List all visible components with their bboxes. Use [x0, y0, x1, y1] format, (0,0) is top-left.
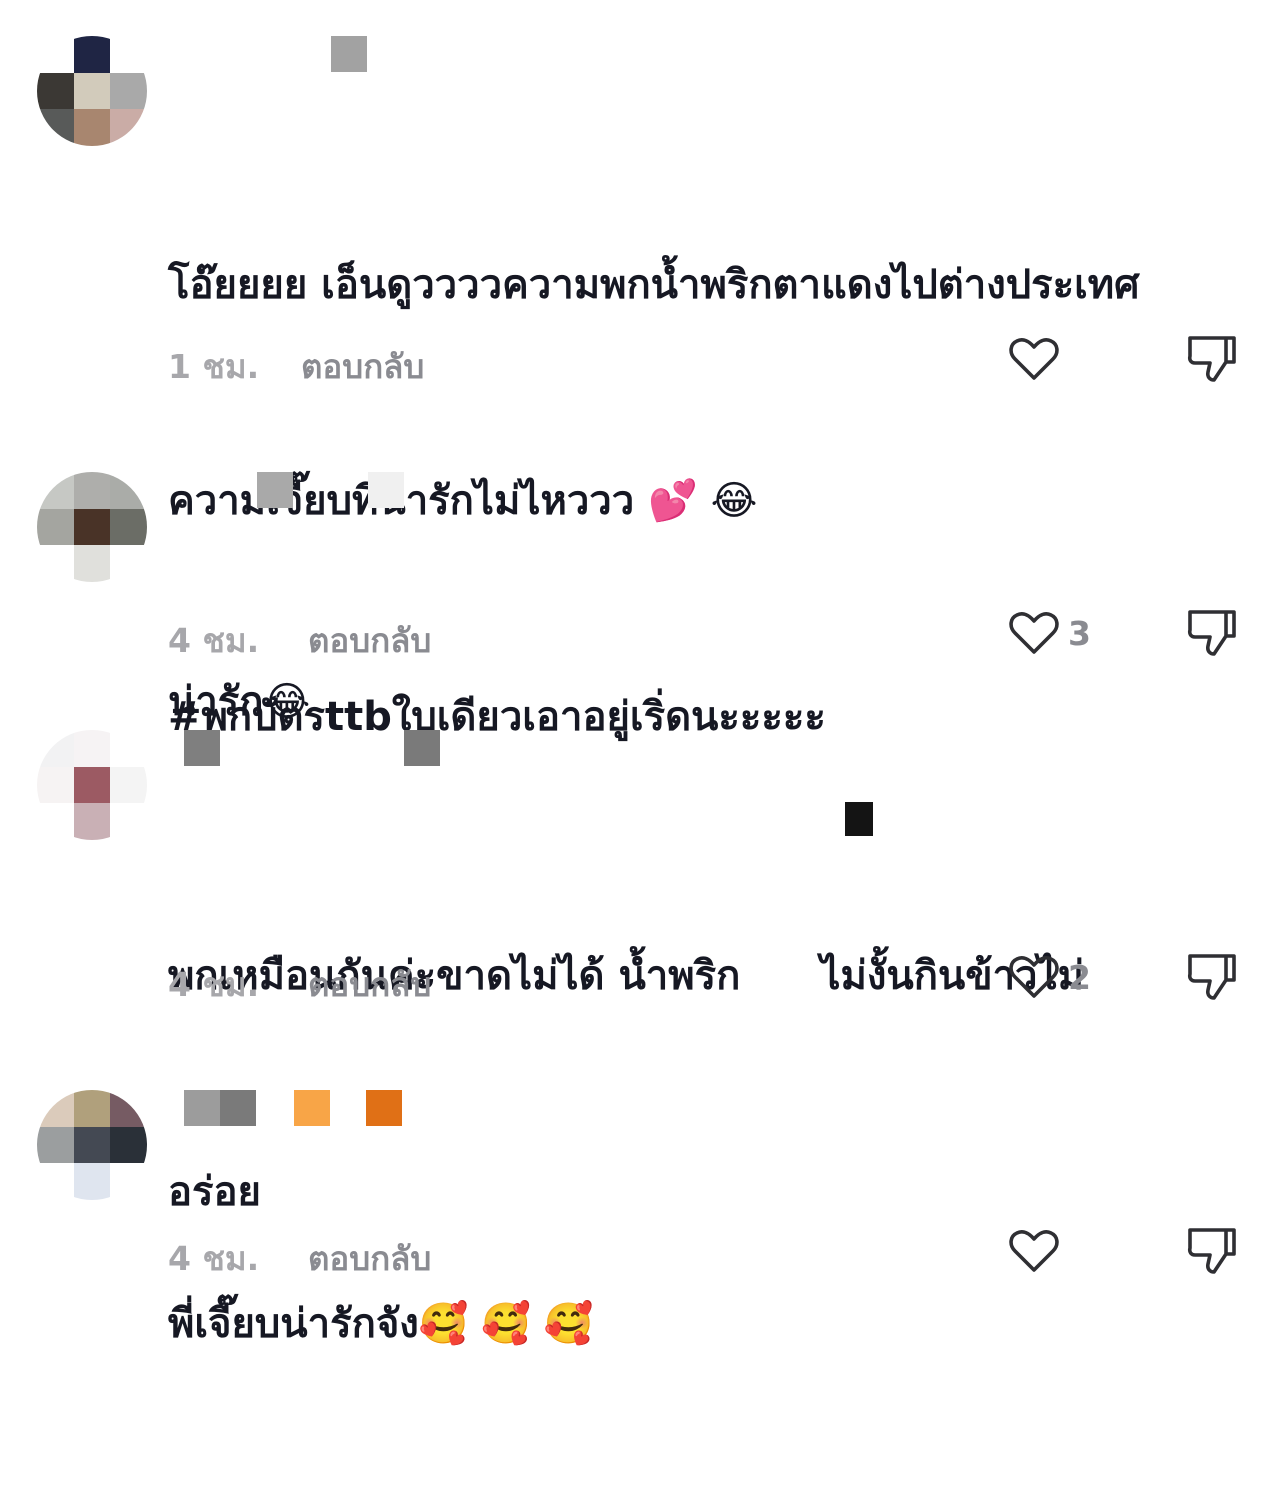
dislike-button[interactable] [1186, 950, 1238, 1010]
emoji: 😂 [263, 679, 311, 725]
reply-button[interactable]: ตอบกลับ [301, 340, 424, 393]
dislike-button[interactable] [1186, 1224, 1238, 1284]
emoji: 🥰 🥰 🥰 [418, 1301, 594, 1347]
avatar[interactable] [37, 36, 147, 146]
thumbs-down-outline-icon [1187, 1228, 1236, 1274]
heart-outline-icon [1009, 612, 1059, 654]
dislike-button[interactable] [1186, 606, 1238, 666]
redacted-emoji [845, 802, 873, 836]
comment-time: 4 ชม. [168, 1239, 260, 1278]
avatar[interactable] [37, 1090, 147, 1200]
thumbs-down-outline-icon [1187, 336, 1236, 382]
thumbs-down-outline-icon [1187, 610, 1236, 656]
like-button[interactable] [1008, 1226, 1068, 1276]
heart-outline-icon [1009, 338, 1059, 380]
like-button[interactable]: 3 [1008, 608, 1091, 658]
dislike-button[interactable] [1186, 332, 1238, 392]
thumbs-down-outline-icon [1187, 954, 1236, 1000]
heart-outline-icon [1009, 1230, 1059, 1272]
emoji: 💕 😂 [648, 478, 758, 524]
reply-button[interactable]: ตอบกลับ [308, 958, 431, 1011]
avatar[interactable] [37, 472, 147, 582]
comment-time: 4 ชม. [168, 621, 260, 660]
like-button[interactable] [1008, 334, 1068, 384]
comment-time: 4 ชม. [168, 965, 260, 1004]
reply-button[interactable]: ตอบกลับ [308, 1232, 431, 1285]
reply-button[interactable]: ตอบกลับ [308, 614, 431, 667]
like-count: 3 [1068, 613, 1091, 653]
like-count: 2 [1068, 957, 1091, 997]
avatar[interactable] [37, 730, 147, 840]
comment-time: 1 ชม. [168, 347, 260, 386]
heart-outline-icon [1009, 956, 1059, 998]
comment-text: พี่เจี๊ยบน่ารักจัง🥰 🥰 🥰 [168, 1301, 594, 1347]
like-button[interactable]: 2 [1008, 952, 1091, 1002]
